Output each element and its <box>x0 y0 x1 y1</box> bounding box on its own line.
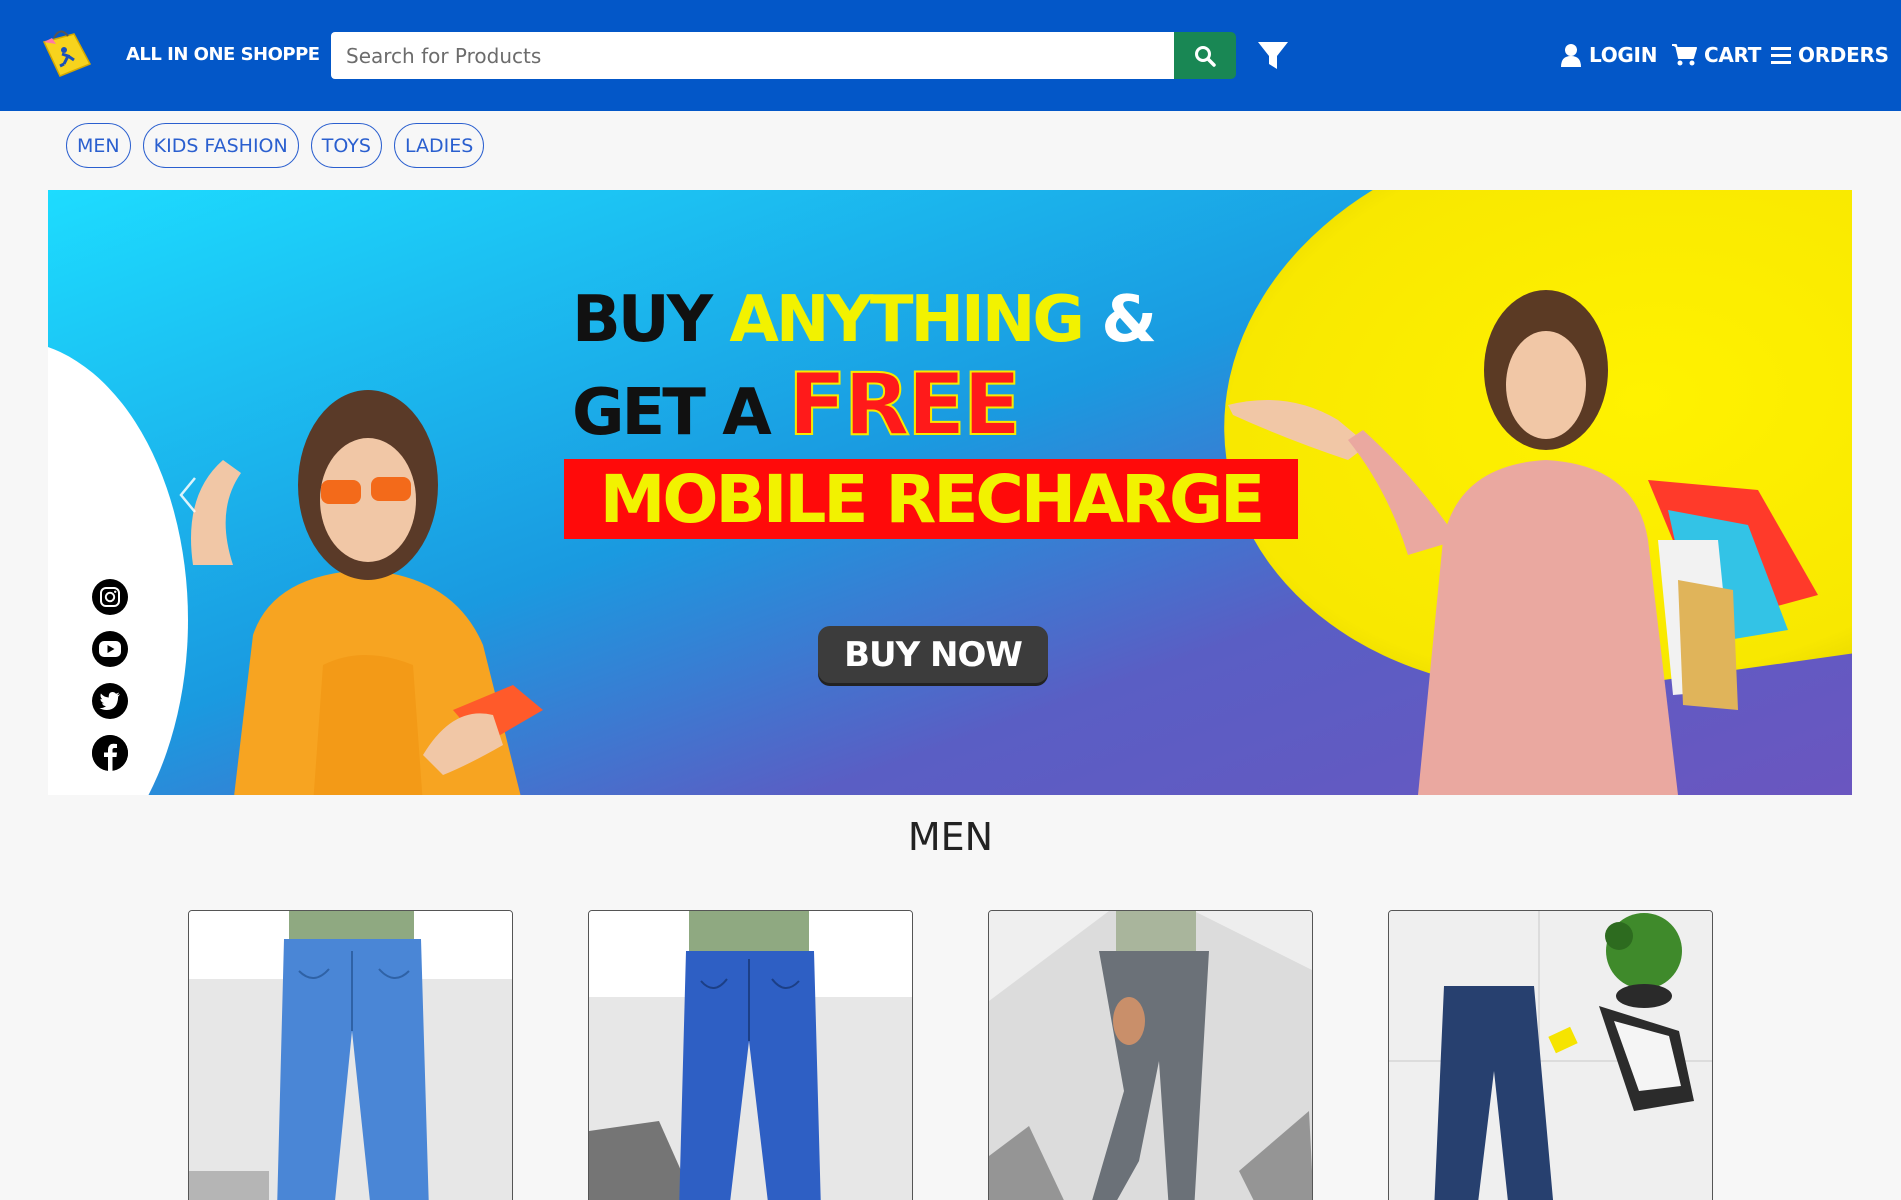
banner-text-buy: BUY <box>572 283 713 357</box>
youtube-icon[interactable] <box>92 631 128 667</box>
cart-link[interactable]: CART <box>1671 40 1761 70</box>
filter-icon <box>1258 42 1288 69</box>
category-pill-toys[interactable]: TOYS <box>310 123 382 168</box>
banner-headline-line1: BUY ANYTHING & <box>572 288 1157 352</box>
filter-button[interactable] <box>1256 40 1290 72</box>
chevron-left-icon <box>179 477 196 513</box>
banner-mobile-recharge: MOBILE RECHARGE <box>564 459 1298 539</box>
banner-text-free: FREE <box>787 355 1022 455</box>
banner-woman-right-image <box>1228 290 1818 795</box>
instagram-icon[interactable] <box>92 579 128 615</box>
search-field-wrapper <box>331 32 1174 79</box>
facebook-icon[interactable] <box>92 735 128 771</box>
orders-link[interactable]: ORDERS <box>1771 40 1889 70</box>
section-title-men: MEN <box>907 815 994 859</box>
orders-label: ORDERS <box>1798 43 1889 67</box>
banner-woman-left-image <box>191 390 543 795</box>
cart-icon <box>1672 44 1697 66</box>
search-input[interactable] <box>331 32 1174 79</box>
login-link[interactable]: LOGIN <box>1560 40 1657 70</box>
user-icon <box>1561 44 1581 67</box>
banner-headline-line2: GET A FREE <box>572 361 1154 450</box>
category-pills: MEN KIDS FASHION TOYS LADIES <box>66 123 485 168</box>
banner-headline: BUY ANYTHING & GET A FREE <box>572 288 1157 450</box>
product-card[interactable] <box>188 910 513 1200</box>
login-label: LOGIN <box>1589 43 1658 67</box>
product-card[interactable] <box>1388 910 1713 1200</box>
cart-label: CART <box>1704 43 1762 67</box>
carousel-prev-button[interactable] <box>173 472 203 518</box>
product-image-grey-jeans <box>989 911 1312 1200</box>
product-image-dark-denim-flatlay <box>1389 911 1712 1200</box>
category-pill-kids-fashion[interactable]: KIDS FASHION <box>142 123 299 168</box>
category-pill-ladies[interactable]: LADIES <box>393 123 485 168</box>
product-image-light-blue-jeans <box>189 911 512 1200</box>
twitter-icon[interactable] <box>92 683 128 719</box>
product-image-blue-jeans <box>589 911 912 1200</box>
search-button[interactable] <box>1174 32 1236 79</box>
top-navbar: ALL IN ONE SHOPPE LOGIN CART <box>0 0 1901 111</box>
category-pill-men[interactable]: MEN <box>66 123 131 168</box>
logo-icon[interactable] <box>38 26 94 82</box>
product-card[interactable] <box>988 910 1313 1200</box>
brand-name[interactable]: ALL IN ONE SHOPPE <box>126 44 320 65</box>
banner-text-anything: ANYTHING <box>729 283 1085 357</box>
banner-text-ampersand: & <box>1101 283 1157 357</box>
menu-icon <box>1771 47 1791 64</box>
product-card[interactable] <box>588 910 913 1200</box>
buy-now-button[interactable]: BUY NOW <box>818 626 1048 683</box>
search-icon <box>1195 45 1216 67</box>
banner-text-get-a: GET A <box>572 376 772 450</box>
promo-banner-carousel[interactable]: BUY ANYTHING & GET A FREE MOBILE RECHARG… <box>48 190 1852 795</box>
